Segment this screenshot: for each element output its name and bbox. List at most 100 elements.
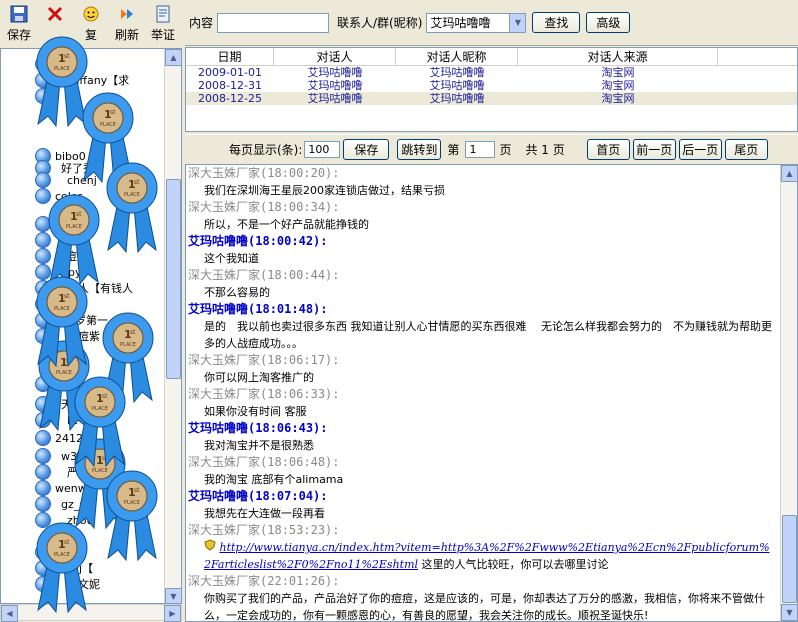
header-source[interactable]: 对话人来源 (518, 48, 718, 65)
message-time: (18:00:34): (260, 200, 340, 214)
message-sender: 深大玉姝厂家 (188, 455, 261, 469)
message-text: 这里的人气比较旺，你可以去哪里讨论 (421, 558, 609, 571)
chat-scroll-down-arrow[interactable]: ▼ (781, 604, 797, 621)
content-input[interactable] (217, 12, 330, 33)
next-page-button[interactable]: 后一页 (678, 139, 722, 160)
message-text: 我想先在大连做一段再看 (204, 507, 325, 520)
first-place-ribbon-icon: 1stPLACE (72, 376, 128, 468)
tree-scroll-down-arrow[interactable]: ▼ (165, 588, 181, 603)
medal-place: PLACE (54, 306, 70, 312)
page-number-input[interactable] (465, 141, 496, 158)
save-toolbar-label: 保存 (6, 28, 31, 42)
message-text: 是的 我以前也卖过很多东西 我知道让别人心甘情愿的买东西很难 无论怎么样我都会努… (204, 320, 772, 350)
message-text: 我的淘宝 底部有个alimama (204, 473, 344, 486)
first-page-button[interactable]: 首页 (586, 139, 630, 160)
cell-source: 淘宝网 (601, 79, 635, 92)
chat-history-window: 保存 复 刷新 举证 如tiffany【求 bibo0 好了秀 chenj pp… (0, 0, 798, 622)
chat-log: 深大玉姝厂家(18:00:20): 我们在深圳海王星辰200家连锁店做过，结果亏损… (185, 164, 798, 622)
last-page-button[interactable]: 尾页 (724, 139, 768, 160)
message-sender: 深大玉姝厂家 (188, 353, 261, 367)
jump-to-button[interactable]: 跳转到 (397, 139, 442, 160)
header-person[interactable]: 对话人 (274, 48, 396, 65)
contact-node-icon (35, 464, 51, 480)
refresh-icon (117, 4, 137, 24)
grid-row[interactable]: 2008-12-25 艾玛咕噜噜 艾玛咕噜噜 淘宝网 (186, 92, 797, 105)
medal-place: PLACE (54, 552, 70, 558)
pager-save-button[interactable]: 保存 (343, 139, 390, 160)
medal-suffix: st (134, 179, 140, 186)
search-bar: 内容 联系人/群(昵称) 艾玛咕噜噜 ▼ 查找 高级 (185, 0, 798, 46)
right-pane: 内容 联系人/群(昵称) 艾玛咕噜噜 ▼ 查找 高级 日期 对话人 对话人昵称 … (185, 0, 798, 622)
tree-horizontal-scrollbar[interactable]: ◀ ▶ (0, 604, 182, 622)
medal-suffix: st (130, 329, 136, 336)
prev-page-button[interactable]: 前一页 (632, 139, 676, 160)
message-time: (18:07:04): (248, 489, 328, 503)
find-button[interactable]: 查找 (532, 12, 581, 33)
message-header: 深大玉姝厂家(18:00:20): (188, 165, 780, 182)
toolbar: 保存 复 刷新 举证 (0, 0, 182, 46)
first-place-ribbon-icon: 1stPLACE (34, 522, 90, 614)
message-header: 深大玉姝厂家(18:53:23): (188, 522, 780, 539)
save-toolbar-button[interactable]: 保存 (2, 4, 36, 44)
contact-node-icon (35, 430, 51, 446)
first-place-ribbon-icon: 1stPLACE (34, 276, 90, 368)
cell-nickname: 艾玛咕噜噜 (429, 79, 485, 92)
grid-row[interactable]: 2009-01-01 艾玛咕噜噜 艾玛咕噜噜 淘宝网 (186, 66, 797, 79)
tree-vertical-scrollbar[interactable]: ▲ ▼ (164, 49, 181, 603)
message-body: 我们在深圳海王星辰200家连锁店做过，结果亏损 (188, 182, 780, 199)
message-time: (18:00:42): (248, 234, 328, 248)
message-header: 深大玉姝厂家(22:01:26): (188, 573, 780, 590)
chat-vertical-scrollbar[interactable]: ▲ ▼ (780, 165, 797, 621)
contact-node-icon (35, 496, 51, 512)
first-place-ribbon-icon: 1stPLACE (104, 162, 160, 254)
header-nickname[interactable]: 对话人昵称 (396, 48, 518, 65)
message-sender: 艾玛咕噜噜 (188, 421, 249, 435)
content-label: 内容 (189, 16, 214, 30)
refresh-toolbar-button[interactable]: 刷新 (110, 4, 144, 44)
message-body: 不那么容易的 (188, 284, 780, 301)
message-time: (18:01:48): (248, 302, 328, 316)
chat-messages: 深大玉姝厂家(18:00:20): 我们在深圳海王星辰200家连锁店做过，结果亏损… (186, 165, 780, 621)
first-place-ribbon-icon: 1stPLACE (46, 194, 102, 286)
tree-scroll-left-arrow[interactable]: ◀ (1, 605, 18, 622)
contact-label: 联系人/群(昵称) (337, 16, 423, 30)
medal-place: PLACE (100, 122, 116, 128)
per-page-label: 每页显示(条): (229, 143, 303, 157)
message-sender: 艾玛咕噜噜 (188, 234, 249, 248)
cell-person: 艾玛咕噜噜 (307, 79, 363, 92)
message-header: 深大玉姝厂家(18:00:34): (188, 199, 780, 216)
message-header: 深大玉姝厂家(18:06:33): (188, 386, 780, 403)
message-body: 我想先在大连做一段再看 (188, 505, 780, 522)
message-body: 这个我知道 (188, 250, 780, 267)
message-text: 我们在深圳海王星辰200家连锁店做过，结果亏损 (204, 184, 445, 197)
medal-place: PLACE (66, 224, 82, 230)
cell-person: 艾玛咕噜噜 (307, 66, 363, 79)
header-date[interactable]: 日期 (186, 48, 274, 65)
contact-node-icon (35, 480, 51, 496)
tree-scroll-thumb[interactable] (166, 179, 181, 379)
tree-scroll-up-arrow[interactable]: ▲ (165, 49, 181, 66)
pager-bar: 每页显示(条): 保存 跳转到 第 页 共 1 页 首页 前一页 后一页 尾页 (185, 134, 798, 164)
contact-node-icon (35, 172, 51, 188)
per-page-input[interactable] (304, 141, 341, 158)
advanced-button[interactable]: 高级 (586, 12, 631, 33)
grid-row[interactable]: 2008-12-31 艾玛咕噜噜 艾玛咕噜噜 淘宝网 (186, 79, 797, 92)
grid-header: 日期 对话人 对话人昵称 对话人来源 (186, 48, 797, 66)
left-pane: 保存 复 刷新 举证 如tiffany【求 bibo0 好了秀 chenj pp… (0, 0, 182, 622)
message-sender: 深大玉姝厂家 (188, 200, 261, 214)
chevron-down-icon[interactable]: ▼ (509, 13, 526, 32)
message-text: 如果你没有时间 客服 (204, 405, 307, 418)
tree-scroll-right-arrow[interactable]: ▶ (164, 605, 181, 622)
medal-suffix: st (64, 539, 70, 546)
medal-place: PLACE (124, 500, 140, 506)
chat-scroll-up-arrow[interactable]: ▲ (781, 165, 797, 182)
message-text: 不那么容易的 (204, 286, 270, 299)
contact-select[interactable]: 艾玛咕噜噜 ▼ (426, 12, 527, 33)
report-toolbar-button[interactable]: 举证 (146, 4, 180, 44)
message-body: 你可以网上淘客推广的 (188, 369, 780, 386)
floppy-disk-icon (9, 4, 29, 24)
chat-scroll-thumb[interactable] (782, 515, 797, 603)
cell-person: 艾玛咕噜噜 (307, 92, 363, 105)
message-text: 这个我知道 (204, 252, 259, 265)
cell-source: 淘宝网 (601, 92, 635, 105)
